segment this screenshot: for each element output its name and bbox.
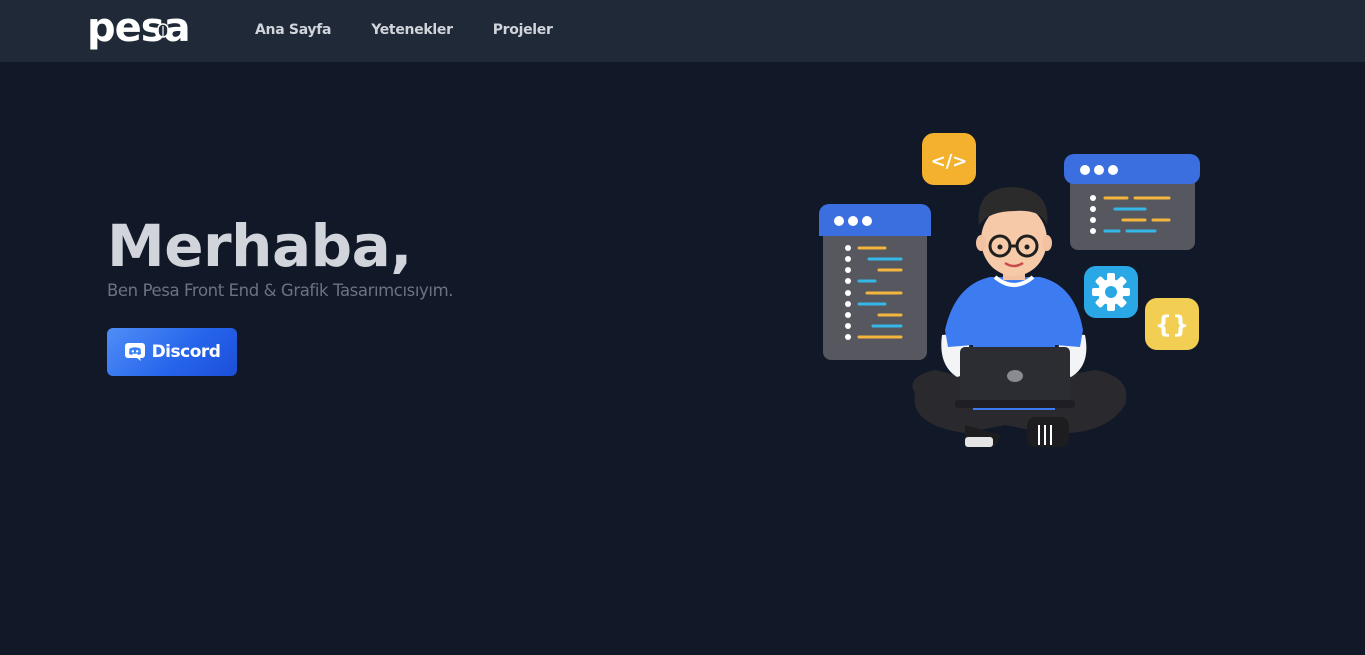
- logo[interactable]: pesa: [87, 5, 191, 51]
- discord-button[interactable]: Discord: [107, 328, 237, 376]
- bug-icon: [154, 23, 172, 38]
- developer-illustration: </> {}: [819, 133, 1200, 447]
- gear-icon: [1084, 266, 1138, 318]
- svg-text:</>: </>: [931, 151, 968, 172]
- code-badge-icon: </>: [922, 133, 976, 185]
- code-window-right-icon: [1064, 154, 1200, 250]
- nav-link-yetenekler[interactable]: Yetenekler: [371, 20, 453, 40]
- discord-button-label: Discord: [151, 342, 221, 362]
- braces-badge-icon: {}: [1145, 298, 1199, 350]
- hero-subtitle: Ben Pesa Front End & Grafik Tasarımcısıy…: [107, 281, 454, 300]
- discord-icon: [124, 342, 146, 362]
- navbar: pesa Ana Sayfa Yetenekler Projeler: [0, 0, 1365, 62]
- nav-links: Ana Sayfa Yetenekler Projeler: [255, 20, 593, 40]
- logo-text: pesa: [87, 5, 191, 51]
- nav-link-ana-sayfa[interactable]: Ana Sayfa: [255, 20, 331, 40]
- hero-title: Merhaba,: [107, 212, 412, 280]
- nav-link-projeler[interactable]: Projeler: [493, 20, 553, 40]
- svg-text:{}: {}: [1155, 311, 1189, 339]
- code-window-left-icon: [819, 204, 931, 360]
